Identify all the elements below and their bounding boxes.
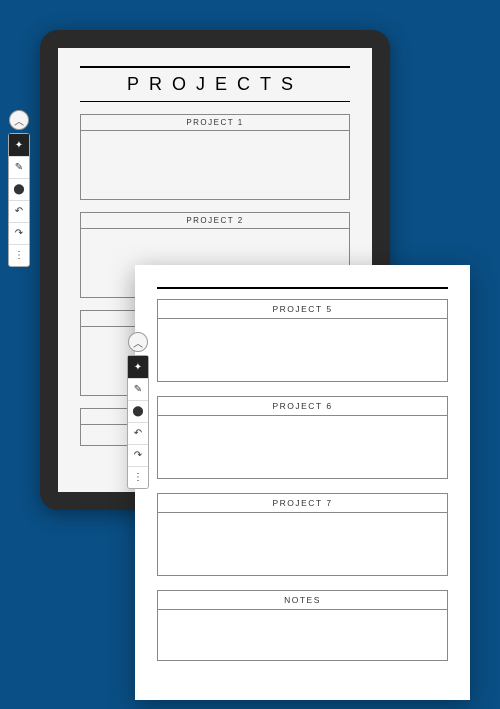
redo-icon: ↷ xyxy=(134,450,142,461)
pen-icon: ✦ xyxy=(134,362,142,373)
project-label: PROJECT 1 xyxy=(81,115,349,131)
page-title: PROJECTS xyxy=(80,72,350,101)
project-box: PROJECT 1 xyxy=(80,114,350,200)
project-box: PROJECT 6 xyxy=(157,396,448,479)
more-icon: ⋮ xyxy=(133,472,143,483)
template-page-2: PROJECT 5 PROJECT 6 PROJECT 7 NOTES xyxy=(135,265,470,700)
more-button[interactable]: ⋮ xyxy=(128,466,148,488)
undo-icon: ↶ xyxy=(134,428,142,439)
notes-label: NOTES xyxy=(158,591,447,610)
project-box: PROJECT 7 xyxy=(157,493,448,576)
more-button[interactable]: ⋮ xyxy=(9,244,29,266)
marker-icon: ⬤ xyxy=(13,184,24,195)
rule-line-bottom xyxy=(80,101,350,102)
pencil-icon: ✎ xyxy=(134,384,142,395)
pencil-tool-button[interactable]: ✎ xyxy=(9,156,29,178)
project-label: PROJECT 7 xyxy=(158,494,447,513)
collapse-toolbar-button[interactable]: ︿ xyxy=(128,332,148,352)
redo-button[interactable]: ↷ xyxy=(128,444,148,466)
undo-button[interactable]: ↶ xyxy=(9,200,29,222)
rule-line-top xyxy=(80,66,350,68)
pen-tool-button[interactable]: ✦ xyxy=(9,134,29,156)
project-label: PROJECT 2 xyxy=(81,213,349,229)
pencil-tool-button[interactable]: ✎ xyxy=(128,378,148,400)
pen-tool-button[interactable]: ✦ xyxy=(128,356,148,378)
marker-tool-button[interactable]: ⬤ xyxy=(9,178,29,200)
rule-line-top xyxy=(157,287,448,289)
marker-icon: ⬤ xyxy=(132,406,143,417)
project-body[interactable] xyxy=(81,131,349,199)
notes-body[interactable] xyxy=(158,610,447,660)
pencil-icon: ✎ xyxy=(15,162,23,173)
chevron-up-icon: ︿ xyxy=(14,113,24,128)
pen-icon: ✦ xyxy=(15,140,23,151)
project-body[interactable] xyxy=(158,513,447,575)
notes-box: NOTES xyxy=(157,590,448,661)
project-label: PROJECT 5 xyxy=(158,300,447,319)
project-box: PROJECT 5 xyxy=(157,299,448,382)
annotation-toolbar: ︿ ✦ ✎ ⬤ ↶ ↷ ⋮ xyxy=(127,332,149,489)
toolbar-strip: ✦ ✎ ⬤ ↶ ↷ ⋮ xyxy=(8,133,30,267)
toolbar-strip: ✦ ✎ ⬤ ↶ ↷ ⋮ xyxy=(127,355,149,489)
project-label: PROJECT 6 xyxy=(158,397,447,416)
more-icon: ⋮ xyxy=(14,250,24,261)
marker-tool-button[interactable]: ⬤ xyxy=(128,400,148,422)
redo-icon: ↷ xyxy=(15,228,23,239)
chevron-up-icon: ︿ xyxy=(133,335,143,350)
redo-button[interactable]: ↷ xyxy=(9,222,29,244)
undo-icon: ↶ xyxy=(15,206,23,217)
collapse-toolbar-button[interactable]: ︿ xyxy=(9,110,29,130)
project-body[interactable] xyxy=(158,416,447,478)
annotation-toolbar: ︿ ✦ ✎ ⬤ ↶ ↷ ⋮ xyxy=(8,110,30,267)
project-body[interactable] xyxy=(158,319,447,381)
undo-button[interactable]: ↶ xyxy=(128,422,148,444)
